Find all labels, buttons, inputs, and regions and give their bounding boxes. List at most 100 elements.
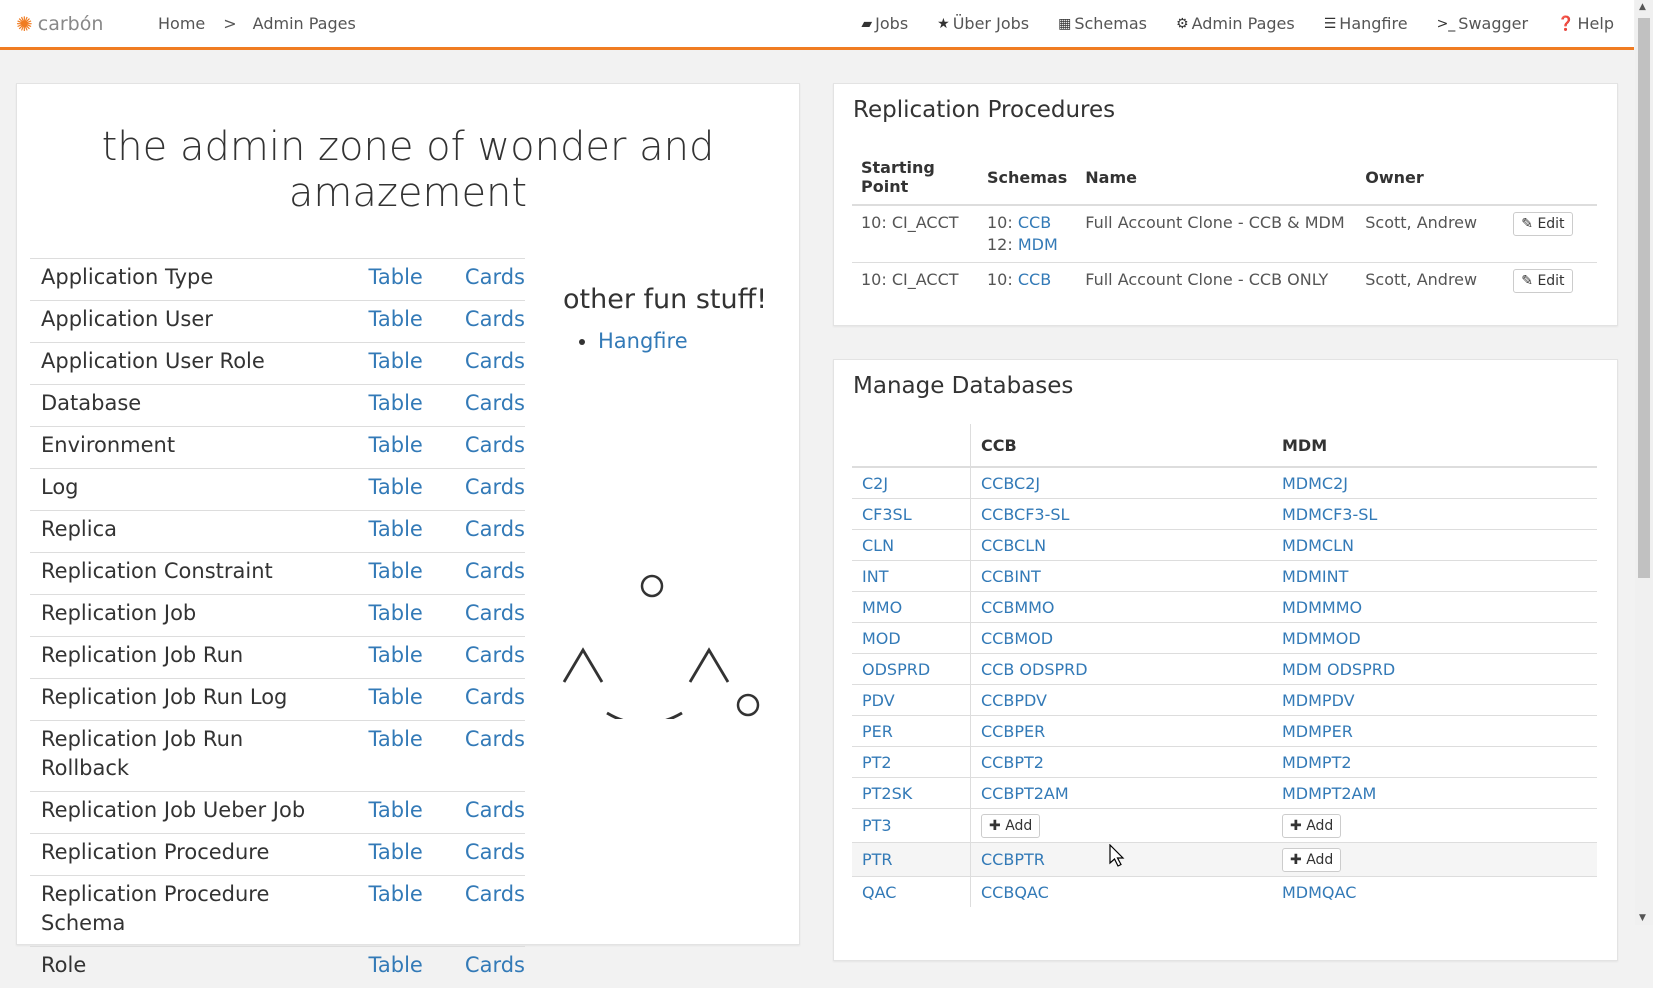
ccb-database-link[interactable]: CCBPT2 — [981, 753, 1044, 772]
table-link[interactable]: Table — [369, 953, 423, 977]
brand-logo[interactable]: ✺ carbón — [16, 12, 126, 36]
cards-link[interactable]: Cards — [465, 391, 525, 415]
cards-link[interactable]: Cards — [465, 882, 525, 906]
mdm-database-link[interactable]: MDMMMO — [1282, 598, 1362, 617]
environment-link[interactable]: CF3SL — [862, 505, 912, 524]
table-link[interactable]: Table — [369, 727, 423, 751]
entity-cell-cards: Cards — [454, 876, 525, 947]
nav-jobs[interactable]: ▰Jobs — [861, 14, 908, 33]
table-link[interactable]: Table — [369, 517, 423, 541]
mdm-database-link[interactable]: MDMINT — [1282, 567, 1348, 586]
edit-button[interactable]: ✎ Edit — [1513, 212, 1572, 236]
cards-link[interactable]: Cards — [465, 559, 525, 583]
environment-link[interactable]: MOD — [862, 629, 901, 648]
cards-link[interactable]: Cards — [465, 433, 525, 457]
ccb-database-link[interactable]: CCBPT2AM — [981, 784, 1069, 803]
cards-link[interactable]: Cards — [465, 798, 525, 822]
ccb-database-link[interactable]: CCBMMO — [981, 598, 1055, 617]
table-link[interactable]: Table — [369, 349, 423, 373]
table-link[interactable]: Table — [369, 265, 423, 289]
table-link[interactable]: Table — [369, 643, 423, 667]
mdm-database-link[interactable]: MDMQAC — [1282, 883, 1356, 902]
schema-link[interactable]: CCB — [1018, 270, 1051, 289]
schema-number: 10: — [987, 213, 1013, 232]
table-link[interactable]: Table — [369, 433, 423, 457]
nav-help[interactable]: ❓Help — [1557, 14, 1614, 33]
add-database-button[interactable]: ✚ Add — [981, 814, 1040, 838]
environment-link[interactable]: QAC — [862, 883, 896, 902]
environment-link[interactable]: PDV — [862, 691, 895, 710]
environment-link[interactable]: MMO — [862, 598, 902, 617]
table-link[interactable]: Table — [369, 307, 423, 331]
ccb-database-link[interactable]: CCBPER — [981, 722, 1045, 741]
ccb-database-link[interactable]: CCBINT — [981, 567, 1041, 586]
nav-admin-pages[interactable]: ⚙Admin Pages — [1176, 14, 1295, 33]
nav-hangfire[interactable]: ☰Hangfire — [1324, 14, 1408, 33]
environment-link[interactable]: INT — [862, 567, 888, 586]
ccb-database-link[interactable]: CCBQAC — [981, 883, 1049, 902]
nav-schemas[interactable]: ▦Schemas — [1058, 14, 1147, 33]
cards-link[interactable]: Cards — [465, 727, 525, 751]
mdm-database-link[interactable]: MDMPER — [1282, 722, 1353, 741]
mdm-database-link[interactable]: MDMC2J — [1282, 474, 1348, 493]
mdm-database-link[interactable]: MDMCLN — [1282, 536, 1354, 555]
scroll-up-arrow-icon[interactable]: ▲ — [1639, 2, 1646, 12]
ccb-database-link[interactable]: CCBC2J — [981, 474, 1040, 493]
mdm-database-link[interactable]: MDMPT2 — [1282, 753, 1352, 772]
mdm-database-link[interactable]: MDMPT2AM — [1282, 784, 1376, 803]
environment-link[interactable]: PTR — [862, 850, 893, 869]
table-link[interactable]: Table — [369, 798, 423, 822]
add-database-button[interactable]: ✚ Add — [1282, 814, 1341, 838]
table-link[interactable]: Table — [369, 475, 423, 499]
scroll-down-arrow-icon[interactable]: ▼ — [1639, 913, 1646, 923]
cards-link[interactable]: Cards — [465, 475, 525, 499]
add-database-button[interactable]: ✚ Add — [1282, 848, 1341, 872]
table-link[interactable]: Table — [369, 559, 423, 583]
mdm-database-link[interactable]: MDMCF3-SL — [1282, 505, 1377, 524]
environment-link[interactable]: CLN — [862, 536, 894, 555]
kaomoji-face-illustration — [562, 569, 777, 719]
hangfire-link[interactable]: Hangfire — [598, 329, 688, 353]
cards-link[interactable]: Cards — [465, 601, 525, 625]
mdm-database-link[interactable]: MDMPDV — [1282, 691, 1355, 710]
edit-button[interactable]: ✎ Edit — [1513, 269, 1572, 293]
ccb-database-link[interactable]: CCBMOD — [981, 629, 1053, 648]
table-link[interactable]: Table — [369, 882, 423, 906]
ccb-database-link[interactable]: CCB ODSPRD — [981, 660, 1088, 679]
table-link[interactable]: Table — [369, 391, 423, 415]
ccb-database-link[interactable]: CCBCF3-SL — [981, 505, 1069, 524]
scrollbar-thumb[interactable] — [1638, 18, 1650, 578]
ccb-cell: ✚ Add — [971, 809, 1273, 843]
mdm-database-link[interactable]: MDMMOD — [1282, 629, 1361, 648]
ccb-database-link[interactable]: CCBCLN — [981, 536, 1046, 555]
nav-swagger[interactable]: >_Swagger — [1437, 14, 1529, 33]
table-link[interactable]: Table — [369, 601, 423, 625]
nav-label: Help — [1578, 14, 1614, 33]
cards-link[interactable]: Cards — [465, 685, 525, 709]
environment-link[interactable]: PER — [862, 722, 893, 741]
breadcrumb-home[interactable]: Home — [158, 14, 205, 33]
mdm-database-link[interactable]: MDM ODSPRD — [1282, 660, 1395, 679]
vertical-scrollbar[interactable]: ▲ ▼ — [1635, 0, 1653, 925]
cards-link[interactable]: Cards — [465, 643, 525, 667]
cards-link[interactable]: Cards — [465, 840, 525, 864]
nav--ber-jobs[interactable]: ★Über Jobs — [937, 14, 1029, 33]
schema-link[interactable]: CCB — [1018, 213, 1051, 232]
ccb-database-link[interactable]: CCBPDV — [981, 691, 1047, 710]
cards-link[interactable]: Cards — [465, 265, 525, 289]
environment-link[interactable]: PT2SK — [862, 784, 912, 803]
schema-link[interactable]: MDM — [1018, 235, 1058, 254]
cards-link[interactable]: Cards — [465, 349, 525, 373]
environment-link[interactable]: PT3 — [862, 816, 892, 835]
cards-link[interactable]: Cards — [465, 517, 525, 541]
environment-link[interactable]: C2J — [862, 474, 888, 493]
environment-link[interactable]: PT2 — [862, 753, 892, 772]
cards-link[interactable]: Cards — [465, 953, 525, 977]
ccb-database-link[interactable]: CCBPTR — [981, 850, 1045, 869]
cards-link[interactable]: Cards — [465, 307, 525, 331]
table-link[interactable]: Table — [369, 685, 423, 709]
environment-link[interactable]: ODSPRD — [862, 660, 930, 679]
entity-name: Application User Role — [30, 343, 358, 385]
table-link[interactable]: Table — [369, 840, 423, 864]
database-row: C2J CCBC2J MDMC2J — [852, 467, 1597, 499]
